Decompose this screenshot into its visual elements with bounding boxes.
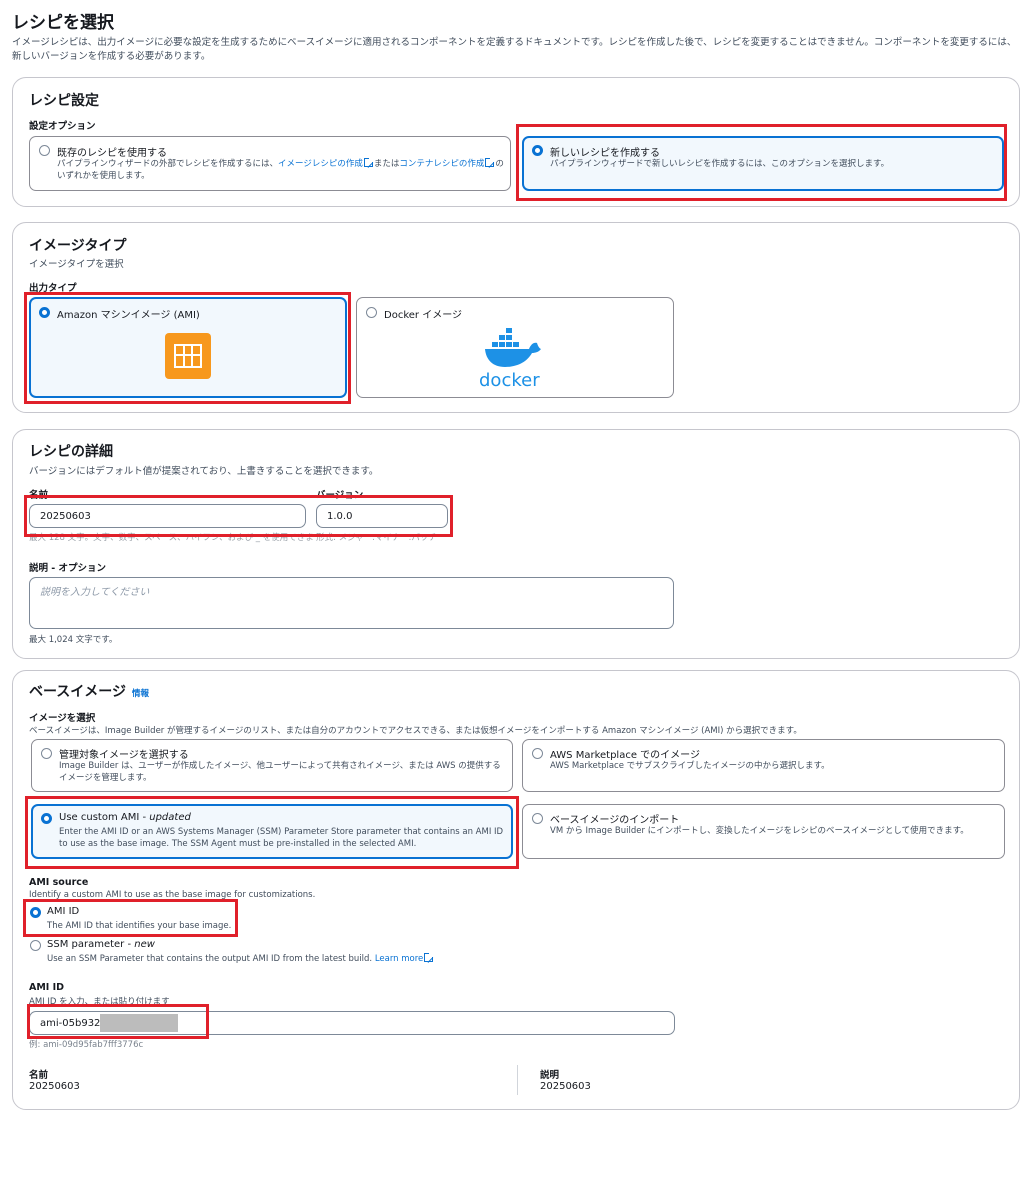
image-type-card: イメージタイプ イメージタイプを選択 出力タイプ Amazon マシンイメージ …: [12, 222, 1020, 413]
recipe-settings-card: レシピ設定 設定オプション 既存のレシピを使用する パイプラインウィザードの外部…: [12, 77, 1020, 207]
description-hint: 最大 1,024 文字です。: [29, 635, 118, 645]
summary-name-label: 名前: [29, 1070, 49, 1081]
info-link[interactable]: 情報: [132, 689, 149, 699]
description-label: 説明 - オプション: [29, 563, 107, 574]
image-type-title: イメージタイプ: [29, 238, 127, 254]
page-title: レシピを選択: [12, 13, 114, 33]
output-type-label: 出力タイプ: [29, 283, 77, 294]
import-image-desc: VM から Image Builder にインポートし、変換したイメージをレシピ…: [550, 826, 969, 836]
summary-desc-label: 説明: [540, 1070, 560, 1081]
marketplace-image-radio[interactable]: [532, 748, 543, 759]
ami-id-label: AMI ID: [29, 982, 65, 993]
import-image-title: ベースイメージのインポート: [550, 815, 680, 826]
name-input[interactable]: 20250603: [29, 504, 306, 528]
custom-ami-tile[interactable]: Use custom AMI - updated Enter the AMI I…: [31, 804, 513, 859]
version-input[interactable]: 1.0.0: [316, 504, 448, 528]
existing-recipe-desc: パイプラインウィザードの外部でレシピを作成するには、イメージレシピの作成 またはコ…: [57, 157, 504, 181]
name-hint: 最大 128 文字。文字、数字、スペース、ハイフン、および _ を使用できます。: [29, 533, 316, 543]
custom-ami-radio[interactable]: [41, 813, 52, 824]
redacted-ami-id: [100, 1014, 178, 1032]
docker-type-radio[interactable]: [366, 307, 377, 318]
summary-name-value: 20250603: [29, 1081, 80, 1092]
external-link-icon: [363, 157, 374, 167]
summary-desc-value: 20250603: [540, 1081, 591, 1092]
import-image-radio[interactable]: [532, 813, 543, 824]
version-label: バージョン: [316, 490, 364, 501]
ami-type-radio[interactable]: [39, 307, 50, 318]
ami-type-tile[interactable]: Amazon マシンイメージ (AMI): [29, 297, 347, 398]
ssm-parameter-desc: Use an SSM Parameter that contains the o…: [47, 952, 435, 965]
ami-icon: [165, 333, 211, 379]
description-textarea[interactable]: 説明を入力してください: [29, 577, 674, 629]
managed-image-desc: Image Builder は、ユーザーが作成したイメージ、他ユーザーによって共…: [59, 761, 501, 783]
ami-id-option-title: AMI ID: [47, 906, 80, 917]
new-recipe-radio[interactable]: [532, 145, 543, 156]
create-container-recipe-link[interactable]: コンテナレシピの作成: [399, 159, 484, 169]
select-image-label: イメージを選択: [29, 713, 96, 724]
ssm-parameter-radio[interactable]: [30, 940, 41, 951]
page-description: イメージレシピは、出力イメージに必要な設定を生成するためにベースイメージに適用さ…: [12, 37, 1017, 62]
docker-logo-text: docker: [479, 370, 540, 388]
recipe-details-card: レシピの詳細 バージョンにはデフォルト値が提案されており、上書きすることを選択で…: [12, 429, 1020, 659]
marketplace-image-tile[interactable]: AWS Marketplace でのイメージ AWS Marketplace で…: [522, 739, 1005, 792]
create-image-recipe-link[interactable]: イメージレシピの作成: [278, 159, 363, 169]
version-hint: 形式: メジャー.マイナー.パッチ: [316, 533, 437, 543]
existing-recipe-tile[interactable]: 既存のレシピを使用する パイプラインウィザードの外部でレシピを作成するには、イメ…: [29, 136, 511, 191]
import-image-tile[interactable]: ベースイメージのインポート VM から Image Builder にインポート…: [522, 804, 1005, 859]
managed-image-tile[interactable]: 管理対象イメージを選択する Image Builder は、ユーザーが作成したイ…: [31, 739, 513, 792]
docker-type-tile[interactable]: Docker イメージ docker: [356, 297, 674, 398]
recipe-details-desc: バージョンにはデフォルト値が提案されており、上書きすることを選択できます。: [29, 466, 379, 477]
managed-image-radio[interactable]: [41, 748, 52, 759]
name-label: 名前: [29, 490, 49, 501]
ami-source-label: AMI source: [29, 877, 89, 888]
ami-id-desc: AMI ID を入力、または貼り付けます: [29, 997, 170, 1007]
marketplace-image-title: AWS Marketplace でのイメージ: [550, 750, 700, 761]
ami-id-radio[interactable]: [30, 907, 41, 918]
marketplace-image-desc: AWS Marketplace でサブスクライブしたイメージの中から選択します。: [550, 761, 830, 771]
base-image-title: ベースイメージ 情報: [29, 684, 150, 700]
new-recipe-tile[interactable]: 新しいレシピを作成する パイプラインウィザードで新しいレシピを作成するには、この…: [522, 136, 1004, 191]
summary-divider: [517, 1065, 518, 1095]
existing-recipe-title: 既存のレシピを使用する: [57, 148, 167, 159]
ami-source-desc: Identify a custom AMI to use as the base…: [29, 890, 316, 900]
new-recipe-desc: パイプラインウィザードで新しいレシピを作成するには、このオプションを選択します。: [550, 159, 890, 169]
recipe-settings-title: レシピ設定: [29, 93, 99, 109]
learn-more-link[interactable]: Learn more: [375, 954, 423, 964]
external-link-icon: [424, 952, 435, 962]
select-image-desc: ベースイメージは、Image Builder が管理するイメージのリスト、または…: [29, 726, 802, 736]
ssm-parameter-title: SSM parameter - new: [47, 939, 155, 950]
setting-option-label: 設定オプション: [29, 121, 96, 132]
docker-type-title: Docker イメージ: [384, 310, 462, 321]
image-type-desc: イメージタイプを選択: [29, 259, 124, 270]
custom-ami-desc: Enter the AMI ID or an AWS Systems Manag…: [59, 827, 504, 849]
recipe-details-title: レシピの詳細: [29, 444, 113, 460]
ami-id-example: 例: ami-09d95fab7fff3776c: [29, 1040, 144, 1050]
custom-ami-title: Use custom AMI - updated: [59, 812, 191, 823]
existing-recipe-radio[interactable]: [39, 145, 50, 156]
ami-type-title: Amazon マシンイメージ (AMI): [57, 310, 200, 321]
docker-logo: docker: [479, 328, 541, 388]
ami-id-option-desc: The AMI ID that identifies your base ima…: [47, 921, 232, 931]
base-image-card: ベースイメージ 情報 イメージを選択 ベースイメージは、Image Builder…: [12, 670, 1020, 1110]
managed-image-title: 管理対象イメージを選択する: [59, 750, 189, 761]
external-link-icon: [485, 157, 496, 167]
new-recipe-title: 新しいレシピを作成する: [550, 148, 660, 159]
